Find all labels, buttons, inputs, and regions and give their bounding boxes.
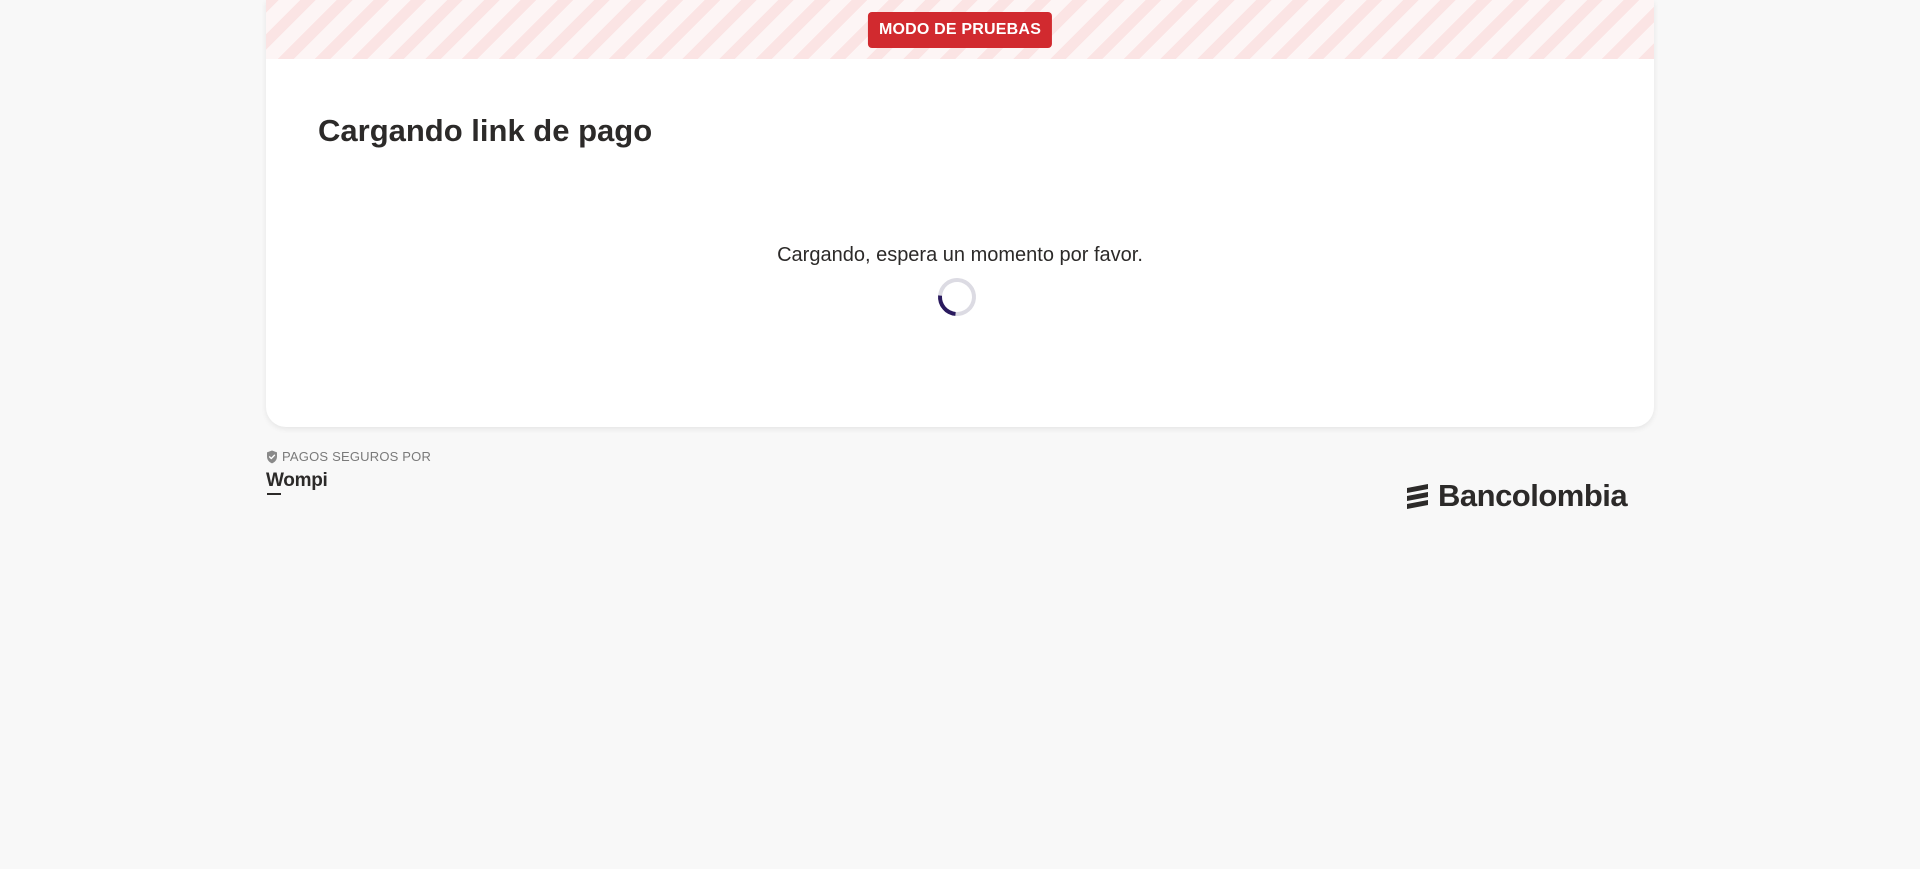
shield-check-icon (267, 450, 277, 463)
test-mode-badge: MODO DE PRUEBAS (867, 12, 1053, 48)
loading-spinner-icon (930, 270, 984, 324)
secure-payments-footer: PAGOS SEGUROS POR Wompi (266, 449, 431, 495)
secure-payments-label: PAGOS SEGUROS POR (282, 449, 432, 464)
loading-message: Cargando, espera un momento por favor. (777, 244, 1143, 266)
page: MODO DE PRUEBAS Cargando link de pago Ca… (0, 0, 1920, 869)
bancolombia-logo-icon (1407, 484, 1428, 509)
bancolombia-logo[interactable]: Bancolombia (1404, 478, 1628, 514)
payment-link-card: MODO DE PRUEBAS Cargando link de pago Ca… (266, 0, 1654, 427)
secure-payments-line: PAGOS SEGUROS POR (266, 449, 431, 464)
wompi-logo[interactable]: Wompi (266, 470, 328, 495)
test-mode-banner: MODO DE PRUEBAS (266, 0, 1654, 59)
bancolombia-name: Bancolombia (1438, 478, 1628, 513)
page-title: Cargando link de pago (318, 113, 653, 148)
